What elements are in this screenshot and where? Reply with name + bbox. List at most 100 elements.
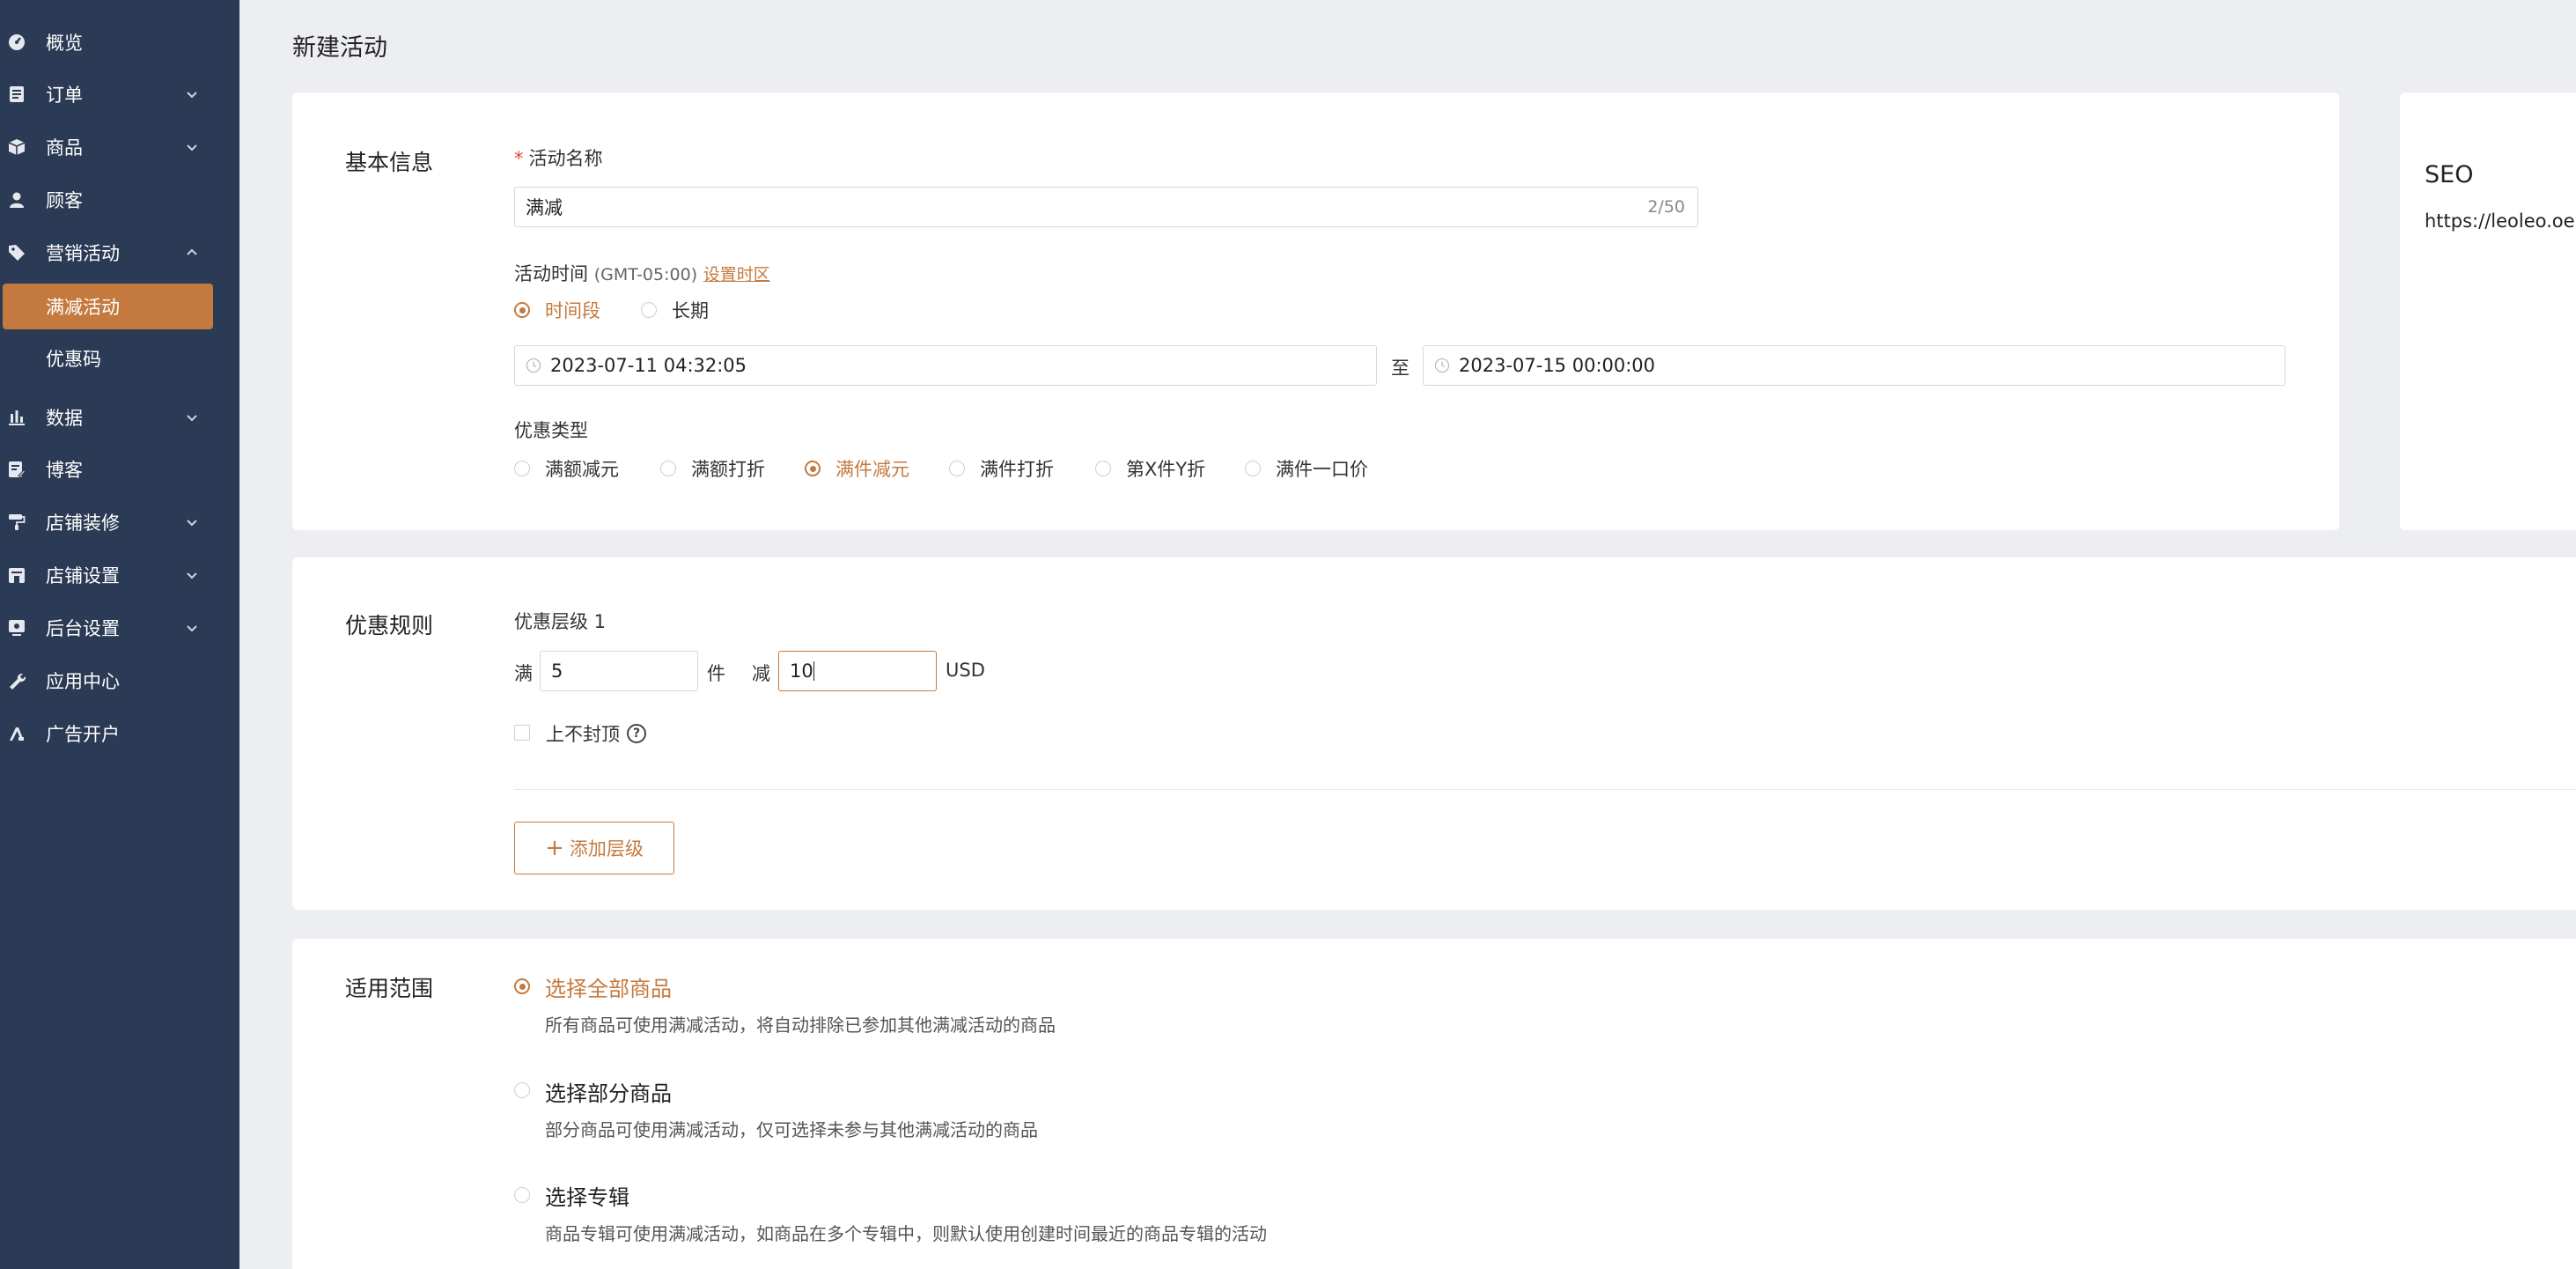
sidebar-subitem-label: 优惠码 — [46, 349, 101, 370]
radio-label: 满额减元 — [545, 459, 619, 480]
chevron-down-icon[interactable] — [183, 566, 201, 584]
page-title: 新建活动 — [292, 34, 387, 62]
radio-amount-minus[interactable]: 满额减元 — [514, 455, 619, 482]
sidebar: 概览 订单 商品 顾客 营销活动 满减活动 优惠码 数据 博客 店铺装修 店铺设… — [0, 0, 239, 1269]
sidebar-item-label: 广告开户 — [46, 724, 120, 745]
radio-dot — [805, 461, 821, 476]
sidebar-item-label: 顾客 — [46, 190, 83, 211]
radio-dot — [514, 1187, 530, 1203]
store-icon — [7, 565, 26, 585]
section-title-discount-rules: 优惠规则 — [345, 613, 434, 638]
radio-all-products[interactable] — [514, 978, 545, 994]
quantity-value: 5 — [551, 660, 563, 682]
ads-icon — [7, 724, 26, 743]
amount-value: 10 — [790, 660, 813, 682]
scope-option-desc: 所有商品可使用满减活动，将自动排除已参加其他满减活动的商品 — [545, 1014, 1056, 1036]
sidebar-item-label: 后台设置 — [46, 618, 120, 639]
sidebar-item-store-settings[interactable]: 店铺设置 — [0, 553, 239, 597]
activity-name-label: * 活动名称 — [514, 144, 603, 171]
activity-name-input[interactable]: 满减 2/50 — [514, 187, 1698, 227]
scope-option-title[interactable]: 选择全部商品 — [545, 971, 672, 1002]
chevron-down-icon[interactable] — [183, 409, 201, 426]
char-counter: 2/50 — [1647, 197, 1685, 217]
clock-icon — [526, 358, 541, 373]
unit-label: 件 — [707, 663, 725, 684]
radio-label: 第X件Y折 — [1126, 459, 1206, 480]
start-time-input[interactable]: 2023-07-11 04:32:05 — [514, 345, 1377, 386]
scope-option-desc: 部分商品可使用满减活动，仅可选择未参与其他满减活动的商品 — [545, 1119, 1038, 1140]
sidebar-item-store-decoration[interactable]: 店铺装修 — [0, 500, 239, 544]
section-title-basic-info: 基本信息 — [345, 150, 434, 175]
sidebar-item-admin-settings[interactable]: 后台设置 — [0, 606, 239, 650]
quantity-input[interactable]: 5 — [540, 651, 698, 691]
sidebar-subitem-full-reduction[interactable]: 满减活动 — [3, 284, 213, 329]
radio-label: 满额打折 — [691, 459, 765, 480]
radio-some-products[interactable] — [514, 1082, 545, 1098]
order-icon — [7, 85, 26, 104]
radio-dot — [514, 978, 530, 994]
radio-collection[interactable] — [514, 1187, 545, 1203]
paint-roller-icon — [7, 513, 26, 532]
radio-time-range[interactable]: 时间段 — [514, 297, 600, 323]
set-timezone-link[interactable]: 设置时区 — [703, 265, 770, 284]
end-time-value: 2023-07-15 00:00:00 — [1459, 355, 1656, 376]
radio-amount-discount[interactable]: 满额打折 — [660, 455, 765, 482]
discount-rules-card: 优惠规则 优惠层级 1 满 5 件 减 10 USD 上不封顶 ? + 添加层级 — [292, 557, 2576, 910]
radio-dot — [514, 302, 530, 318]
seo-url: https://leoleo.oe — [2425, 210, 2575, 232]
sidebar-item-marketing[interactable]: 营销活动 — [0, 231, 239, 275]
sidebar-item-customers[interactable]: 顾客 — [0, 178, 239, 222]
sidebar-item-orders[interactable]: 订单 — [0, 72, 239, 116]
activity-time-label: 活动时间 (GMT-05:00) 设置时区 — [514, 260, 770, 286]
radio-label: 时间段 — [545, 300, 600, 321]
amount-input[interactable]: 10 — [778, 651, 937, 691]
sidebar-item-overview[interactable]: 概览 — [0, 20, 239, 64]
chevron-down-icon[interactable] — [183, 513, 201, 531]
activity-name-value: 满减 — [526, 197, 563, 218]
sidebar-subitem-label: 满减活动 — [46, 297, 120, 318]
bar-chart-icon — [7, 408, 26, 427]
basic-info-card: 基本信息 * 活动名称 满减 2/50 活动时间 (GMT-05:00) 设置时区… — [292, 92, 2339, 530]
sidebar-item-products[interactable]: 商品 — [0, 125, 239, 169]
radio-long-term[interactable]: 长期 — [641, 297, 709, 323]
radio-quantity-minus[interactable]: 满件减元 — [805, 455, 909, 482]
radio-dot — [660, 461, 676, 476]
tier-label: 优惠层级 1 — [514, 611, 607, 632]
add-tier-button[interactable]: + 添加层级 — [514, 822, 674, 874]
sidebar-subitem-coupon[interactable]: 优惠码 — [0, 336, 239, 380]
radio-nth-item-discount[interactable]: 第X件Y折 — [1095, 455, 1205, 482]
sidebar-item-label: 概览 — [46, 33, 83, 54]
radio-label: 满件打折 — [980, 459, 1054, 480]
chevron-up-icon[interactable] — [183, 244, 201, 262]
chevron-down-icon[interactable] — [183, 85, 201, 103]
sidebar-item-label: 店铺装修 — [46, 513, 120, 534]
sidebar-item-label: 数据 — [46, 408, 83, 429]
help-icon[interactable]: ? — [627, 724, 646, 743]
radio-dot — [949, 461, 965, 476]
radio-quantity-fixed-price[interactable]: 满件一口价 — [1245, 455, 1368, 482]
end-time-input[interactable]: 2023-07-15 00:00:00 — [1423, 345, 2285, 386]
radio-label: 满件一口价 — [1276, 459, 1368, 480]
seo-card: SEO https://leoleo.oe — [2400, 92, 2576, 530]
add-tier-label: 添加层级 — [569, 838, 644, 860]
activity-time-label-text: 活动时间 — [514, 263, 588, 284]
radio-label: 长期 — [672, 300, 709, 321]
chevron-down-icon[interactable] — [183, 619, 201, 637]
radio-quantity-discount[interactable]: 满件打折 — [949, 455, 1054, 482]
no-cap-label: 上不封顶 ? — [546, 720, 646, 747]
radio-dot — [1095, 461, 1111, 476]
radio-dot — [1245, 461, 1261, 476]
no-cap-checkbox[interactable] — [514, 725, 530, 741]
clock-icon — [1434, 358, 1450, 373]
sidebar-item-label: 营销活动 — [46, 243, 120, 264]
scope-option-title[interactable]: 选择专辑 — [545, 1180, 629, 1211]
sidebar-item-label: 订单 — [46, 85, 83, 106]
minus-label: 减 — [752, 663, 770, 684]
scope-option-title[interactable]: 选择部分商品 — [545, 1076, 672, 1107]
activity-name-label-text: 活动名称 — [528, 148, 603, 169]
sidebar-item-ads[interactable]: 广告开户 — [0, 712, 239, 756]
sidebar-item-blog[interactable]: 博客 — [0, 447, 239, 491]
chevron-down-icon[interactable] — [183, 138, 201, 156]
sidebar-item-app-center[interactable]: 应用中心 — [0, 659, 239, 703]
sidebar-item-data[interactable]: 数据 — [0, 395, 239, 439]
